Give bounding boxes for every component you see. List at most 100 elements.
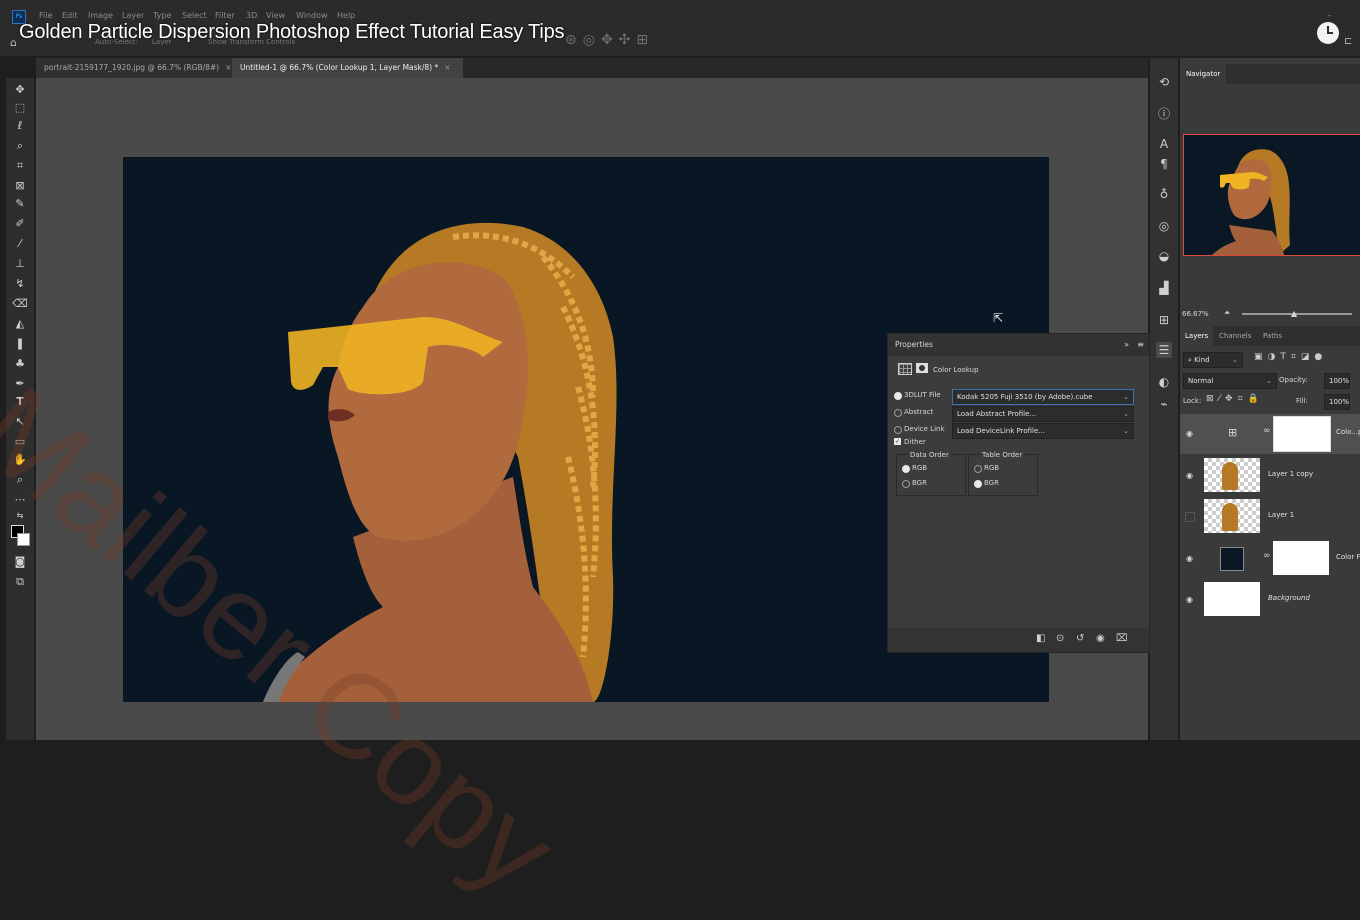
device-link-select[interactable]: Load DeviceLink Profile... ⌄ bbox=[952, 423, 1134, 439]
history-icon[interactable]: ⟲ bbox=[1156, 74, 1172, 90]
visibility-off-box[interactable] bbox=[1185, 512, 1195, 522]
visibility-eye-icon[interactable]: ◉ bbox=[1186, 554, 1193, 563]
layer-row-color-lookup[interactable]: ◉ ⊞ ∞ Colo...p bbox=[1180, 414, 1360, 454]
adjustments-icon[interactable]: ◒ bbox=[1156, 248, 1172, 264]
window-minimize-icon[interactable]: – bbox=[1327, 11, 1332, 21]
learn-icon[interactable]: ♁ bbox=[1156, 186, 1172, 202]
histogram-icon[interactable]: ▟ bbox=[1156, 280, 1172, 296]
zoom-slider-handle[interactable]: ▲ bbox=[1291, 309, 1297, 318]
layer-row-layer-1-copy[interactable]: ◉ Layer 1 copy bbox=[1180, 456, 1360, 496]
marquee-tool-icon[interactable]: ⬚ bbox=[12, 100, 28, 116]
paths-icon[interactable]: ⌁ bbox=[1156, 396, 1172, 412]
libraries-icon[interactable]: ◎ bbox=[1156, 218, 1172, 234]
default-colors-icon[interactable]: ⇆ bbox=[12, 508, 28, 524]
menu-view[interactable]: View bbox=[266, 11, 285, 20]
healing-brush-icon[interactable]: ✐ bbox=[12, 216, 28, 232]
link-icon[interactable]: ∞ bbox=[1263, 426, 1271, 436]
tab-portrait[interactable]: portrait-2159177_1920.jpg @ 66.7% (RGB/8… bbox=[36, 58, 238, 78]
channels-icon[interactable]: ◐ bbox=[1156, 374, 1172, 390]
opacity-field[interactable]: 100% bbox=[1324, 373, 1350, 389]
tab-untitled-1[interactable]: Untitled-1 @ 66.7% (Color Lookup 1, Laye… bbox=[232, 58, 463, 78]
navigator-tab[interactable]: Navigator bbox=[1180, 64, 1227, 84]
visibility-eye-icon[interactable]: ◉ bbox=[1096, 633, 1105, 644]
tab-channels[interactable]: Channels bbox=[1214, 326, 1256, 346]
layer-mask-thumbnail[interactable] bbox=[1273, 541, 1329, 575]
paint-bucket-icon[interactable]: ◭ bbox=[12, 316, 28, 332]
device-link-radio[interactable] bbox=[894, 426, 902, 434]
menu-file[interactable]: File bbox=[39, 11, 52, 20]
shape-tool-icon[interactable]: ▭ bbox=[12, 434, 28, 450]
visibility-eye-icon[interactable]: ◉ bbox=[1186, 429, 1193, 438]
character-icon[interactable]: A bbox=[1156, 136, 1172, 152]
layer-name[interactable]: Colo...p bbox=[1336, 428, 1360, 436]
table-rgb-radio[interactable] bbox=[974, 465, 982, 473]
reset-icon[interactable]: ↺ bbox=[1076, 633, 1084, 644]
layer-mask-icon[interactable] bbox=[916, 363, 928, 373]
menu-help[interactable]: Help bbox=[337, 11, 355, 20]
menu-type[interactable]: Type bbox=[153, 11, 171, 20]
layer-filter-icons[interactable]: ▣◑T⌗◪● bbox=[1254, 352, 1327, 362]
menu-edit[interactable]: Edit bbox=[62, 11, 78, 20]
layer-row-layer-1[interactable]: Layer 1 bbox=[1180, 497, 1360, 537]
layer-row-color-fill[interactable]: ◉ ∞ Color Fi bbox=[1180, 539, 1360, 579]
stamp-tool-icon[interactable]: ⊥ bbox=[12, 256, 28, 272]
brush-tool-icon[interactable]: ⁄ bbox=[12, 236, 28, 252]
screen-mode-icon[interactable]: ⧉ bbox=[12, 574, 28, 590]
data-bgr-radio[interactable] bbox=[902, 480, 910, 488]
abstract-radio[interactable] bbox=[894, 409, 902, 417]
layer-kind-filter[interactable]: ⌕ Kind ⌄ bbox=[1183, 352, 1243, 368]
zoom-tool-icon[interactable]: ⌕ bbox=[12, 472, 28, 488]
paragraph-icon[interactable]: ¶ bbox=[1156, 156, 1172, 172]
path-select-icon[interactable]: ↖ bbox=[12, 414, 28, 430]
menu-layer[interactable]: Layer bbox=[122, 11, 144, 20]
menu-image[interactable]: Image bbox=[88, 11, 113, 20]
swatches-icon[interactable]: ⊞ bbox=[1156, 312, 1172, 328]
background-color-swatch[interactable] bbox=[17, 533, 30, 546]
workspace-icon[interactable]: ⊏ bbox=[1344, 36, 1352, 47]
lock-icons[interactable]: ⊠⁄✥⌗🔒 bbox=[1206, 394, 1264, 404]
table-bgr-radio[interactable] bbox=[974, 480, 982, 488]
move-tool-icon[interactable]: ✥ bbox=[12, 82, 28, 98]
navigator-zoom[interactable]: 66.67% bbox=[1182, 310, 1209, 318]
dodge-tool-icon[interactable]: ♣ bbox=[12, 356, 28, 372]
info-icon[interactable]: ⓘ bbox=[1156, 106, 1172, 122]
frame-tool-icon[interactable]: ⊠ bbox=[12, 178, 28, 194]
layer-mask-thumbnail[interactable] bbox=[1273, 416, 1331, 452]
layer-name[interactable]: Color Fi bbox=[1336, 553, 1360, 561]
lasso-tool-icon[interactable]: ℓ bbox=[12, 118, 28, 134]
data-rgb-radio[interactable] bbox=[902, 465, 910, 473]
link-icon[interactable]: ∞ bbox=[1263, 551, 1271, 561]
pen-tool-icon[interactable]: ✒ bbox=[12, 376, 28, 392]
blend-mode-select[interactable]: Normal ⌄ bbox=[1183, 373, 1277, 389]
layer-name[interactable]: Background bbox=[1268, 594, 1310, 602]
clip-to-layer-icon[interactable]: ◧ bbox=[1036, 633, 1045, 644]
history-brush-icon[interactable]: ↯ bbox=[12, 276, 28, 292]
close-icon[interactable]: × bbox=[444, 63, 450, 72]
eyedropper-tool-icon[interactable]: ✎ bbox=[12, 196, 28, 212]
layer-row-background[interactable]: ◉ Background bbox=[1180, 580, 1360, 620]
dither-checkbox[interactable]: ✓ bbox=[894, 438, 901, 445]
menu-select[interactable]: Select bbox=[182, 11, 207, 20]
menu-3d[interactable]: 3D bbox=[246, 11, 257, 20]
panel-menu-icon[interactable]: ≡ bbox=[1137, 334, 1144, 356]
layer-name[interactable]: Layer 1 bbox=[1268, 511, 1294, 519]
trash-icon[interactable]: ⌧ bbox=[1116, 633, 1128, 644]
lut-file-select[interactable]: Kodak 5205 Fuji 3510 (by Adobe).cube ⌄ bbox=[952, 389, 1134, 405]
crop-tool-icon[interactable]: ⌗ bbox=[12, 158, 28, 174]
visibility-eye-icon[interactable]: ◉ bbox=[1186, 595, 1193, 604]
navigator-thumbnail[interactable] bbox=[1183, 134, 1360, 256]
lut-radio[interactable] bbox=[894, 392, 902, 400]
menu-filter[interactable]: Filter bbox=[215, 11, 235, 20]
panel-collapse-icon[interactable]: » bbox=[1124, 334, 1129, 356]
eraser-tool-icon[interactable]: ⌫ bbox=[12, 296, 28, 312]
color-fill-swatch[interactable] bbox=[1220, 547, 1244, 571]
quick-select-tool-icon[interactable]: ⌕ bbox=[12, 138, 28, 154]
visibility-eye-icon[interactable]: ◉ bbox=[1186, 471, 1193, 480]
more-tools-icon[interactable]: ⋯ bbox=[12, 492, 28, 508]
tab-paths[interactable]: Paths bbox=[1258, 326, 1287, 346]
type-tool-icon[interactable]: T bbox=[12, 394, 28, 410]
view-previous-icon[interactable]: ⊙ bbox=[1056, 633, 1064, 644]
3d-mode-icons[interactable]: ⊛◎✥✣⊞ bbox=[565, 32, 654, 48]
zoom-out-icon[interactable]: ⏶ bbox=[1224, 308, 1230, 318]
menu-window[interactable]: Window bbox=[296, 11, 328, 20]
